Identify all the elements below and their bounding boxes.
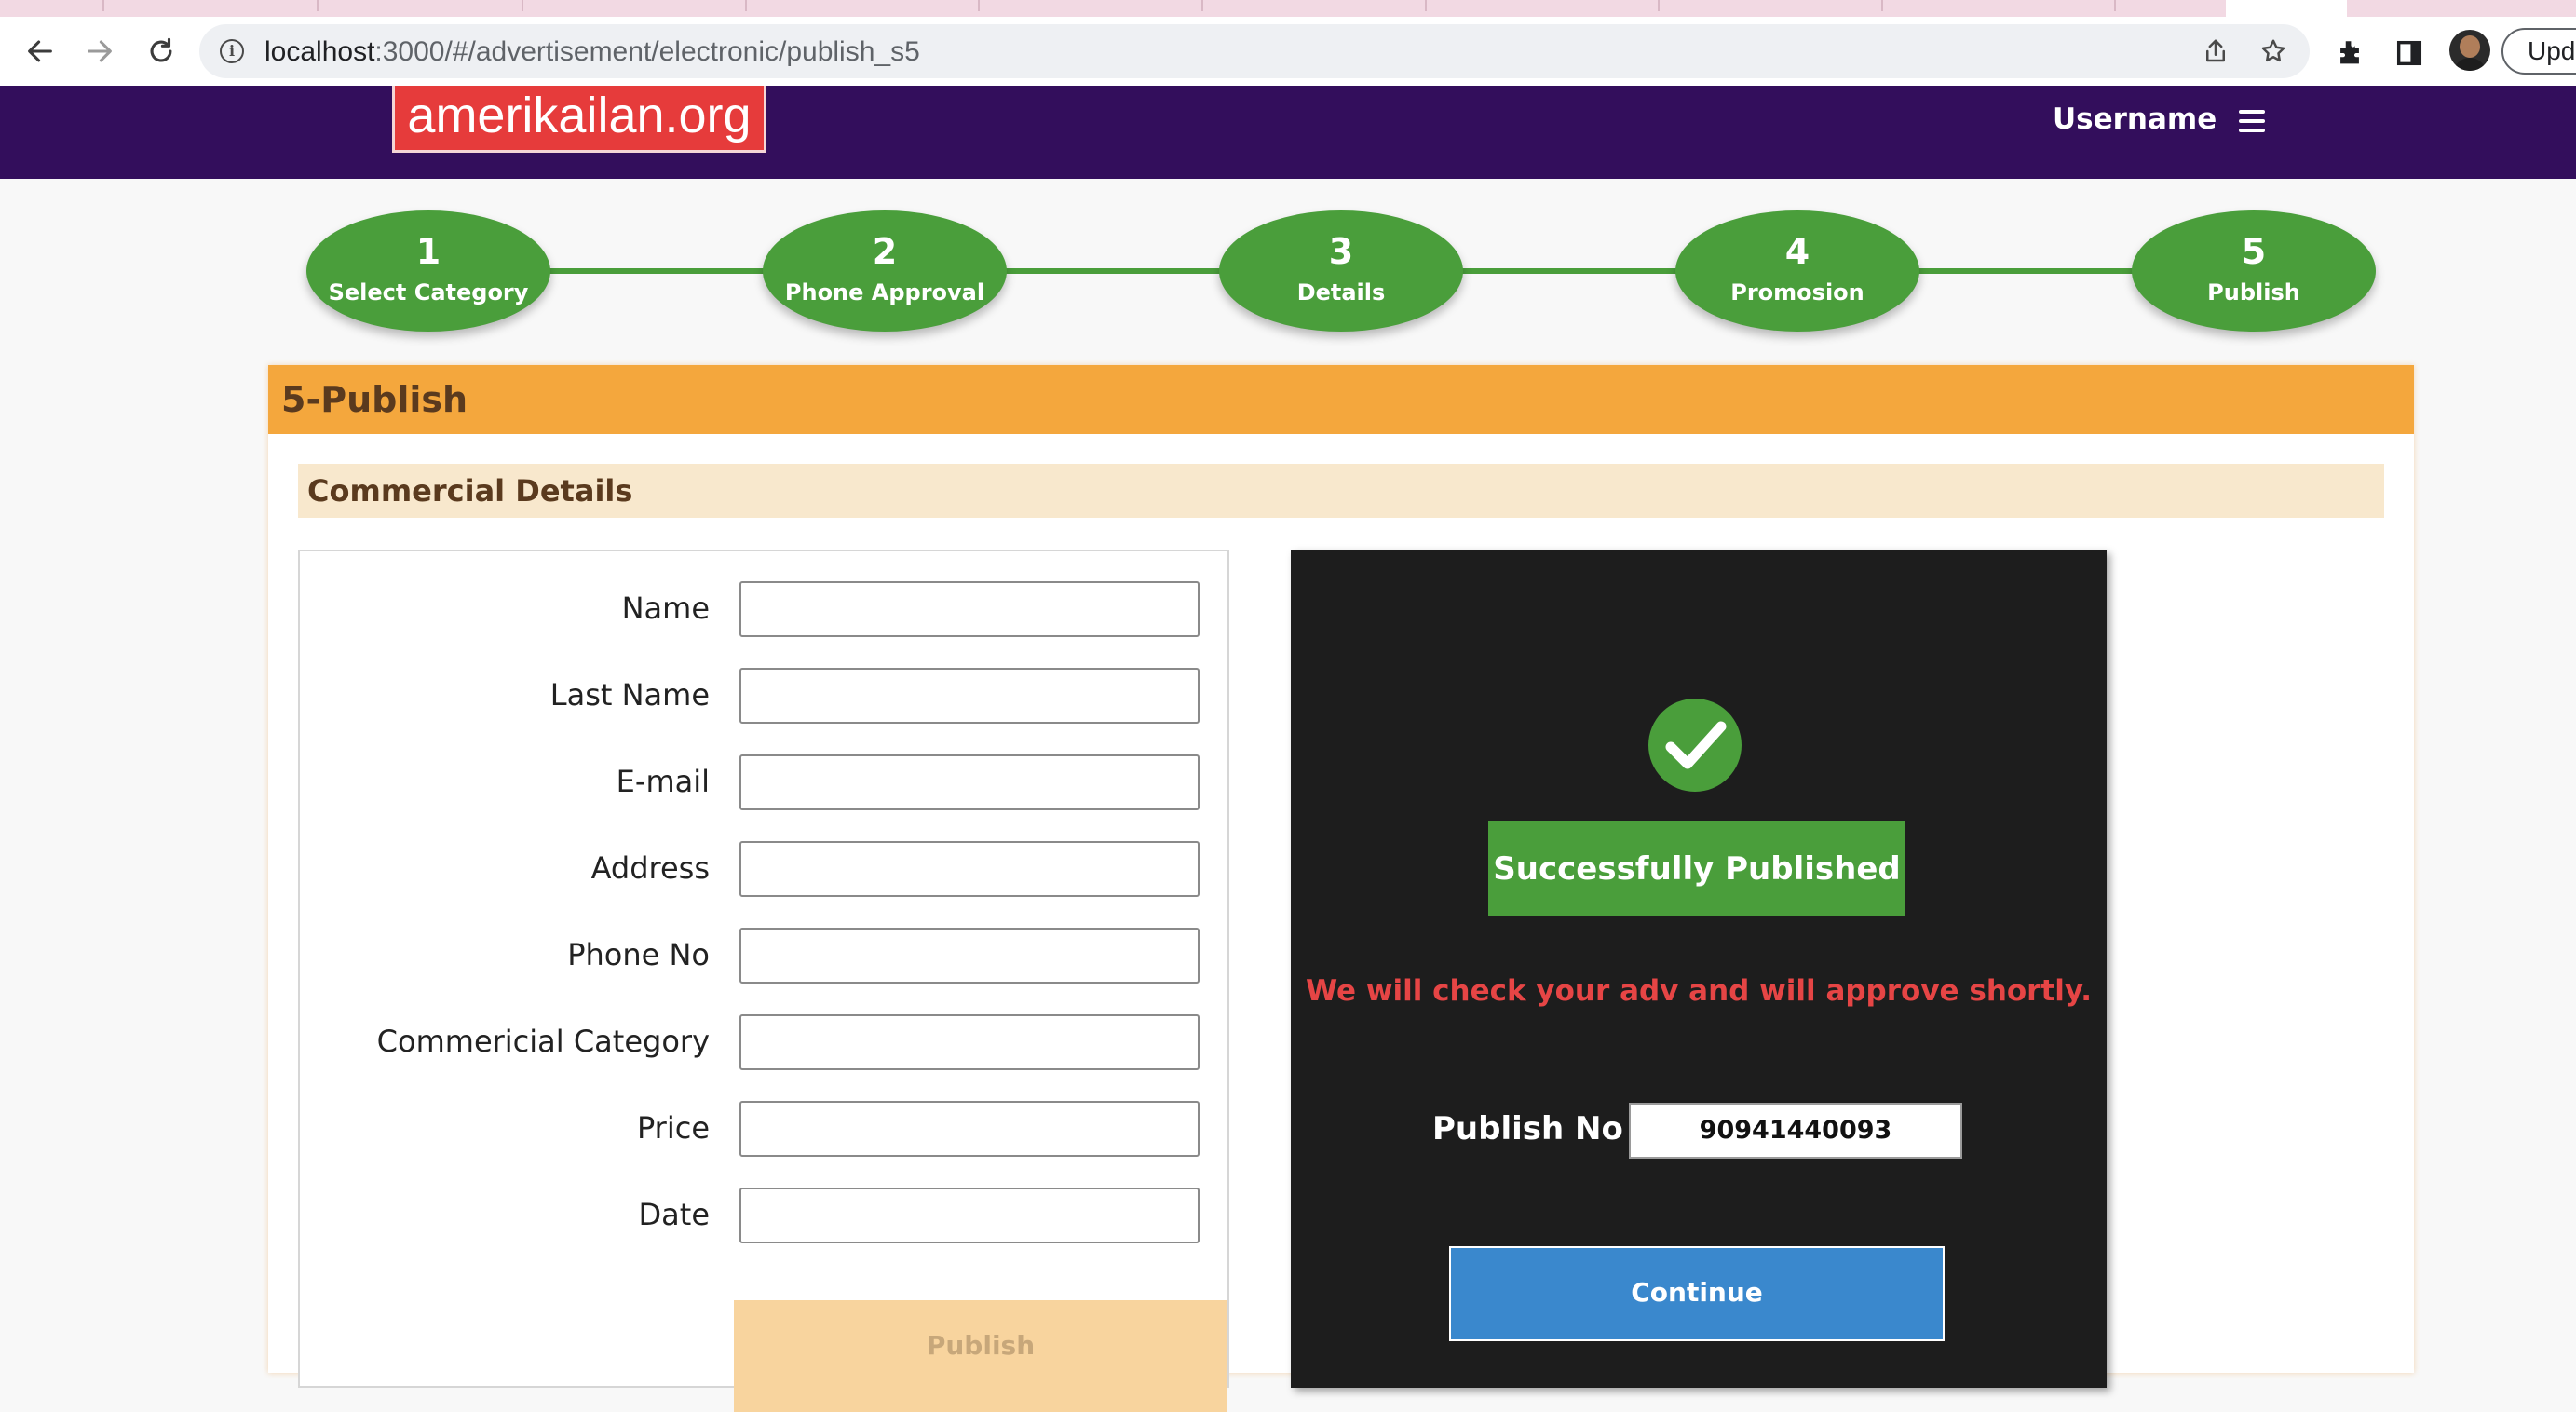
success-check-icon: [1648, 699, 1742, 792]
username-label[interactable]: Username: [2053, 102, 2217, 136]
address-input[interactable]: [739, 841, 1200, 897]
step-label: Promosion: [1730, 279, 1864, 305]
form-row-category: Commericial Category: [300, 1014, 1231, 1070]
name-input[interactable]: [739, 581, 1200, 637]
menu-icon[interactable]: [2239, 110, 2265, 132]
step-publish[interactable]: 5 Publish: [2132, 210, 2376, 332]
form-row-name: Name: [300, 581, 1231, 637]
url-path: :3000/#/advertisement/electronic/publish…: [374, 36, 920, 67]
site-logo[interactable]: amerikailan.org: [392, 86, 766, 153]
publish-result-card: Successfully Published We will check you…: [1291, 550, 2107, 1388]
section-title: 5-Publish: [268, 365, 2414, 434]
subsection-title: Commercial Details: [298, 464, 2384, 518]
publish-button[interactable]: Publish: [734, 1300, 1227, 1412]
approval-notice: We will check your adv and will approve …: [1305, 974, 2093, 1008]
continue-button[interactable]: Continue: [1449, 1246, 1945, 1341]
commercial-details-form: Name Last Name E-mail Address Phone No C…: [298, 550, 1231, 1412]
step-label: Publish: [2207, 279, 2300, 305]
step-select-category[interactable]: 1 Select Category: [306, 210, 550, 332]
field-label: Last Name: [549, 677, 710, 713]
step-phone-approval[interactable]: 2 Phone Approval: [763, 210, 1007, 332]
url-text[interactable]: localhost:3000/#/advertisement/electroni…: [264, 36, 920, 68]
form-row-phone: Phone No: [300, 928, 1231, 984]
phone-input[interactable]: [739, 928, 1200, 984]
form-row-email: E-mail: [300, 754, 1231, 810]
active-tab[interactable]: [2226, 0, 2347, 17]
tab-separator: [1425, 0, 1427, 11]
tab-separator: [522, 0, 523, 11]
site-info-icon[interactable]: i: [220, 39, 244, 63]
publish-no-label: Publish No: [1432, 1110, 1623, 1147]
share-icon[interactable]: [2202, 37, 2230, 65]
bookmark-star-icon[interactable]: [2259, 37, 2287, 65]
last-name-input[interactable]: [739, 668, 1200, 724]
step-number: 5: [2241, 231, 2267, 272]
form-row-address: Address: [300, 841, 1231, 897]
forward-icon[interactable]: [78, 30, 121, 73]
tab-separator: [1658, 0, 1660, 11]
field-label: Date: [638, 1197, 710, 1232]
field-label: Address: [590, 850, 710, 886]
tab-separator: [1201, 0, 1203, 11]
tab-separator: [102, 0, 104, 11]
step-connector: [549, 268, 766, 274]
field-label: Phone No: [567, 937, 710, 972]
step-number: 4: [1784, 231, 1810, 272]
step-number: 3: [1328, 231, 1354, 272]
form-row-date: Date: [300, 1188, 1231, 1243]
app-header: amerikailan.org Username: [0, 86, 2576, 179]
field-label: Price: [636, 1110, 710, 1146]
step-label: Select Category: [328, 279, 529, 305]
form-row-last-name: Last Name: [300, 668, 1231, 724]
profile-avatar[interactable]: [2449, 30, 2490, 71]
step-connector: [1462, 268, 1678, 274]
publish-no-value: 90941440093: [1629, 1103, 1962, 1159]
tab-separator: [317, 0, 319, 11]
step-label: Phone Approval: [784, 279, 985, 305]
tab-separator: [1881, 0, 1883, 11]
publish-panel: 5-Publish Commercial Details Name Last N…: [268, 365, 2414, 1412]
browser-toolbar: i localhost:3000/#/advertisement/electro…: [0, 17, 2576, 86]
reload-icon[interactable]: [140, 30, 183, 73]
step-connector: [1918, 268, 2135, 274]
extensions-puzzle-icon[interactable]: [2334, 37, 2366, 69]
form-row-price: Price: [300, 1101, 1231, 1157]
side-panel-icon[interactable]: [2393, 37, 2425, 69]
address-bar[interactable]: i localhost:3000/#/advertisement/electro…: [199, 24, 2310, 78]
step-details[interactable]: 3 Details: [1219, 210, 1463, 332]
success-banner: Successfully Published: [1488, 821, 1905, 916]
email-input[interactable]: [739, 754, 1200, 810]
update-button[interactable]: Upd: [2501, 28, 2576, 75]
date-input[interactable]: [739, 1188, 1200, 1243]
field-label: Commericial Category: [376, 1024, 710, 1059]
category-input[interactable]: [739, 1014, 1200, 1070]
field-label: Name: [621, 591, 710, 626]
tab-separator: [745, 0, 747, 11]
url-host: localhost: [264, 36, 375, 67]
step-label: Details: [1296, 279, 1386, 305]
tab-separator: [2114, 0, 2116, 11]
step-number: 2: [872, 231, 898, 272]
step-connector: [1006, 268, 1222, 274]
back-icon[interactable]: [19, 30, 61, 73]
field-label: E-mail: [616, 764, 710, 799]
price-input[interactable]: [739, 1101, 1200, 1157]
tab-separator: [978, 0, 980, 11]
step-promosion[interactable]: 4 Promosion: [1675, 210, 1919, 332]
browser-tab-strip: [0, 0, 2576, 17]
step-number: 1: [415, 231, 441, 272]
